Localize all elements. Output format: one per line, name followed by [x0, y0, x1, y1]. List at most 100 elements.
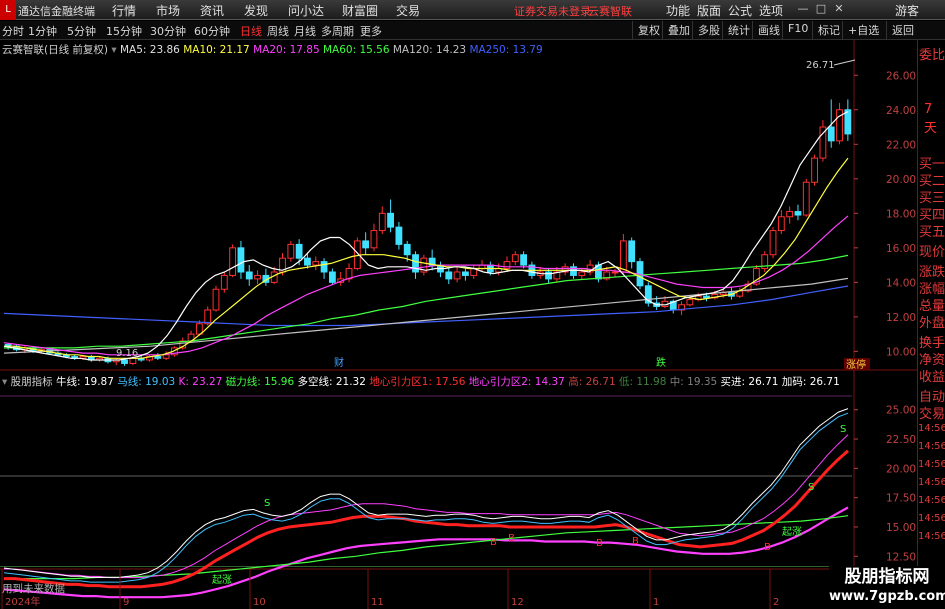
side-earnings: 收益	[919, 370, 945, 385]
legend-buy: 买进: 26.71	[720, 376, 779, 388]
candle-up	[287, 243, 295, 259]
x-tick-label: 10	[253, 597, 266, 608]
x-tick-label: 2024年	[5, 595, 40, 608]
minimize-icon[interactable]: —	[796, 2, 810, 16]
trade-login-status[interactable]: 证券交易未登录	[514, 3, 591, 19]
menu-item-options[interactable]: 选项	[759, 2, 783, 19]
high-price-pointer	[833, 59, 856, 66]
app-logo: L	[0, 0, 16, 20]
multi-stock-button[interactable]: 多股	[692, 21, 725, 39]
indicator-legend: ▾ 股朋指标 牛线: 19.87 马线: 19.03 K: 23.27 磁力线:…	[2, 374, 840, 389]
candle-up	[220, 274, 228, 290]
close-icon[interactable]: ✕	[832, 2, 846, 16]
side-tick-7: 14:56	[918, 531, 945, 542]
candle-down	[462, 271, 469, 276]
candle-up	[162, 354, 170, 359]
candle-up	[370, 230, 378, 249]
period-multi[interactable]: 多周期	[321, 23, 354, 39]
overlay-button[interactable]: 叠加	[662, 21, 695, 39]
legend-high: 高: 26.71	[568, 376, 616, 388]
period-more[interactable]: 更多	[360, 23, 382, 39]
chevron-down-icon[interactable]: ▾	[2, 376, 7, 388]
add-watchlist-button[interactable]: +自选	[842, 21, 884, 39]
candle-up	[378, 212, 386, 232]
candle-down	[245, 271, 253, 280]
ind-y-tick-label: 15.00	[886, 522, 916, 534]
watermark: 股朋指标网 www.7gpzb.com	[829, 566, 945, 609]
legend-low: 低: 11.98	[618, 376, 667, 388]
period-15min[interactable]: 15分钟	[106, 23, 142, 39]
chevron-down-icon[interactable]: ▾	[111, 44, 116, 56]
candle-down	[121, 359, 128, 364]
ind-y-tick-label: 12.50	[886, 551, 916, 563]
ma20-line	[3, 215, 849, 356]
buy-signal: B	[490, 537, 497, 548]
candle-down	[520, 254, 528, 266]
x-tick-label: 9	[123, 597, 129, 608]
back-button[interactable]: 返回	[886, 21, 919, 39]
candle-down	[545, 271, 552, 280]
menu-item-community[interactable]: 财富圈	[342, 2, 378, 19]
period-60min[interactable]: 60分钟	[194, 23, 230, 39]
y-tick-label: 22.00	[886, 139, 916, 151]
candle-up	[769, 230, 777, 256]
menu-item-wenxiaoda[interactable]: 问小达	[288, 2, 324, 19]
period-30min[interactable]: 30分钟	[150, 23, 186, 39]
period-monthly[interactable]: 月线	[294, 23, 316, 39]
draw-line-button[interactable]: 画线	[752, 21, 785, 39]
f10-button[interactable]: F10	[782, 21, 813, 39]
menu-item-function[interactable]: 功能	[666, 2, 690, 19]
chart-area[interactable]: 26.00 24.00 22.00 20.00 18.00 16.00 14.00 12.00…	[0, 40, 945, 609]
period-intraday[interactable]: 分时	[2, 23, 24, 39]
legend-ma250: MA250: 13.79	[469, 44, 543, 56]
candle-up	[129, 357, 137, 364]
y-tick-label: 16.00	[886, 243, 916, 255]
candle-up	[453, 271, 461, 280]
period-5min[interactable]: 5分钟	[67, 23, 96, 39]
legend-gravity2: 地心引力区2: 14.37	[468, 376, 565, 388]
candle-down	[304, 257, 311, 266]
adjust-button[interactable]: 复权	[632, 21, 665, 39]
legend-ma5: MA5: 23.86	[120, 44, 180, 56]
x-tick-label: 1	[653, 597, 659, 608]
rise-start-signal: 起涨	[212, 574, 232, 586]
period-weekly[interactable]: 周线	[267, 23, 289, 39]
restore-icon[interactable]: □	[814, 2, 828, 16]
side-bid5: 买五	[919, 225, 945, 240]
stats-button[interactable]: 统计	[722, 21, 755, 39]
side-tick-5: 14:56	[918, 495, 945, 506]
candle-down	[362, 240, 370, 249]
y-tick-label: 24.00	[886, 105, 916, 117]
period-1min[interactable]: 1分钟	[28, 23, 57, 39]
legend-ma-line: 马线: 19.03	[117, 376, 176, 388]
event-marker-cai: 财	[334, 356, 344, 369]
high-price-label: 26.71	[806, 60, 835, 71]
mark-button[interactable]: 标记	[812, 21, 845, 39]
side-weibi-value: 7天	[924, 102, 938, 136]
legend-k: K: 23.27	[178, 376, 223, 388]
menu-item-discover[interactable]: 发现	[244, 2, 268, 19]
menu-item-layout[interactable]: 版面	[697, 2, 721, 19]
side-tick-3: 14:56	[918, 459, 945, 470]
menu-item-trade[interactable]: 交易	[396, 2, 420, 19]
main-legend: 云赛智联(日线 前复权) ▾ MA5: 23.86 MA10: 21.17 MA…	[2, 42, 543, 57]
candle-up	[786, 211, 794, 218]
menu-item-formula[interactable]: 公式	[728, 2, 752, 19]
menu-item-markets[interactable]: 市场	[156, 2, 180, 19]
candle-down	[320, 261, 328, 273]
y-tick-label: 18.00	[886, 208, 916, 220]
side-tick-2: 14:56	[918, 441, 945, 452]
candle-down	[844, 109, 852, 135]
x-tick-label: 2	[773, 597, 779, 608]
candle-down	[328, 271, 336, 283]
side-trade[interactable]: 交易	[919, 403, 945, 422]
candle-down	[295, 243, 303, 259]
period-daily[interactable]: 日线	[240, 23, 262, 39]
candle-up	[254, 274, 261, 280]
legend-ma10: MA10: 21.17	[183, 44, 250, 56]
guest-login[interactable]: 游客	[895, 2, 919, 19]
event-marker-die: 跌	[656, 356, 666, 369]
candle-up	[578, 271, 586, 276]
menu-item-news[interactable]: 资讯	[200, 2, 224, 19]
menu-item-market[interactable]: 行情	[112, 2, 136, 19]
